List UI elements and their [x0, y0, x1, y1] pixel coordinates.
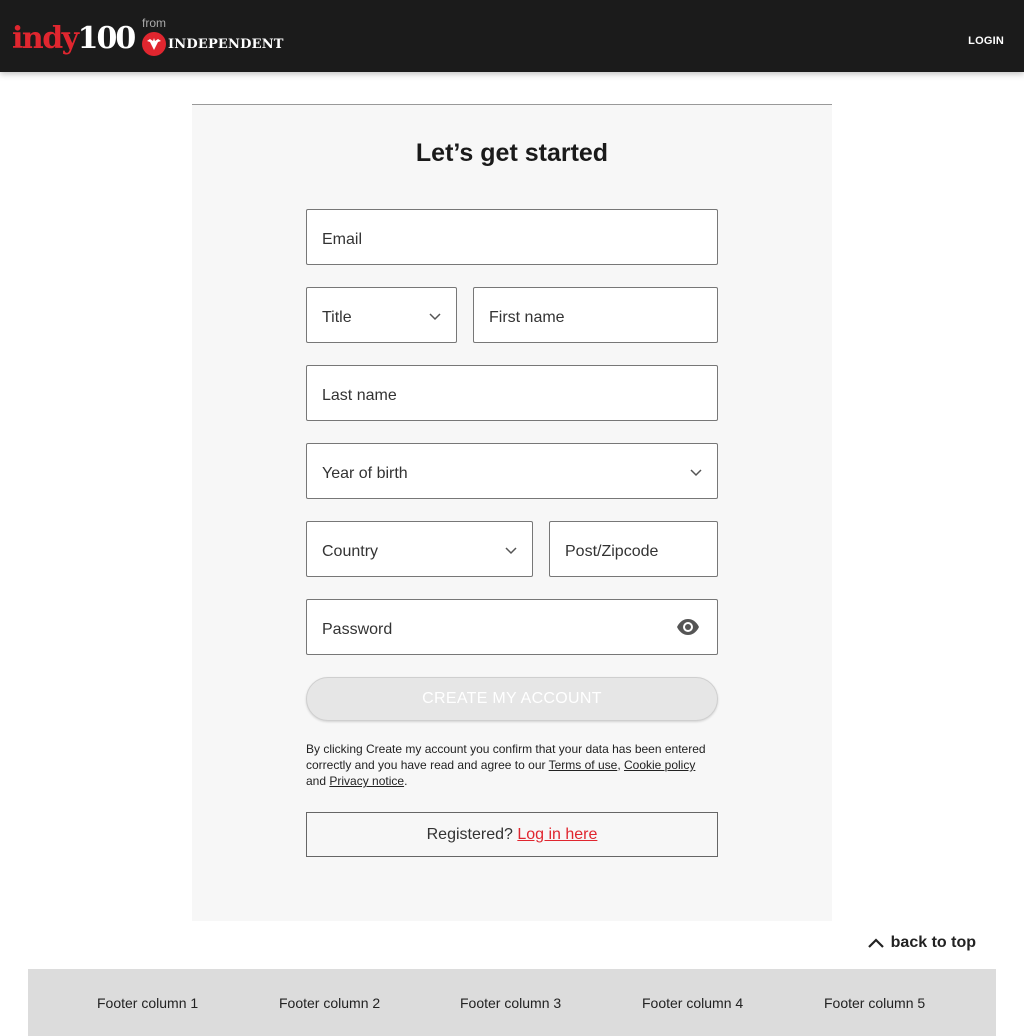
footer-column-2[interactable]: Footer column 2 [279, 995, 380, 1011]
eagle-icon [142, 32, 166, 56]
site-footer: Footer column 1 Footer column 2 Footer c… [28, 969, 996, 1036]
email-field[interactable]: Email [306, 209, 718, 265]
back-to-top-label: back to top [890, 934, 976, 951]
email-label: Email [322, 231, 363, 248]
last-name-field[interactable]: Last name [306, 365, 718, 421]
registration-card: Let’s get started Email Title First name… [192, 104, 832, 921]
indy100-logo[interactable]: indy 100 [12, 18, 137, 56]
registered-box: Registered? Log in here [306, 812, 718, 857]
site-header: indy 100 from INDEPENDENT LOGIN [0, 0, 1024, 72]
year-of-birth-label: Year of birth [322, 465, 408, 482]
last-name-label: Last name [322, 387, 397, 404]
eye-icon[interactable] [676, 617, 700, 637]
independent-text: INDEPENDENT [168, 36, 284, 52]
logo-100: 100 [77, 21, 137, 56]
year-of-birth-select[interactable]: Year of birth [306, 443, 718, 499]
back-to-top-link[interactable]: back to top [867, 934, 976, 952]
logo-indy: indy [12, 21, 79, 56]
chevron-down-icon [429, 313, 441, 321]
cookie-policy-link[interactable]: Cookie policy [624, 758, 695, 772]
password-field[interactable]: Password [306, 599, 718, 655]
terms-and: and [306, 774, 330, 788]
create-account-button[interactable]: CREATE MY ACCOUNT [306, 677, 718, 721]
chevron-up-icon [867, 938, 884, 948]
chevron-down-icon [505, 547, 517, 555]
country-select[interactable]: Country [306, 521, 533, 577]
from-text: from [142, 16, 166, 30]
footer-column-4[interactable]: Footer column 4 [642, 995, 743, 1011]
footer-column-5[interactable]: Footer column 5 [824, 995, 925, 1011]
title-label: Title [322, 309, 352, 326]
first-name-field[interactable]: First name [473, 287, 718, 343]
login-here-link[interactable]: Log in here [517, 826, 597, 843]
terms-period: . [404, 774, 408, 788]
first-name-label: First name [489, 309, 565, 326]
page-title: Let’s get started [415, 139, 609, 167]
independent-logo: INDEPENDENT [142, 32, 284, 56]
password-label: Password [322, 621, 393, 638]
footer-column-1[interactable]: Footer column 1 [97, 995, 198, 1011]
privacy-notice-link[interactable]: Privacy notice [329, 774, 404, 788]
independent-brand[interactable]: from INDEPENDENT [142, 16, 284, 56]
terms-comma: , [617, 758, 624, 772]
country-label: Country [322, 543, 379, 560]
footer-column-3[interactable]: Footer column 3 [460, 995, 561, 1011]
terms-of-use-link[interactable]: Terms of use [549, 758, 618, 772]
postcode-label: Post/Zipcode [565, 543, 659, 560]
login-link[interactable]: LOGIN [968, 35, 1004, 47]
registered-text: Registered? [426, 826, 518, 843]
postcode-field[interactable]: Post/Zipcode [549, 521, 718, 577]
chevron-down-icon [690, 469, 702, 477]
terms-notice: By clicking Create my account you confir… [306, 741, 718, 789]
title-select[interactable]: Title [306, 287, 457, 343]
